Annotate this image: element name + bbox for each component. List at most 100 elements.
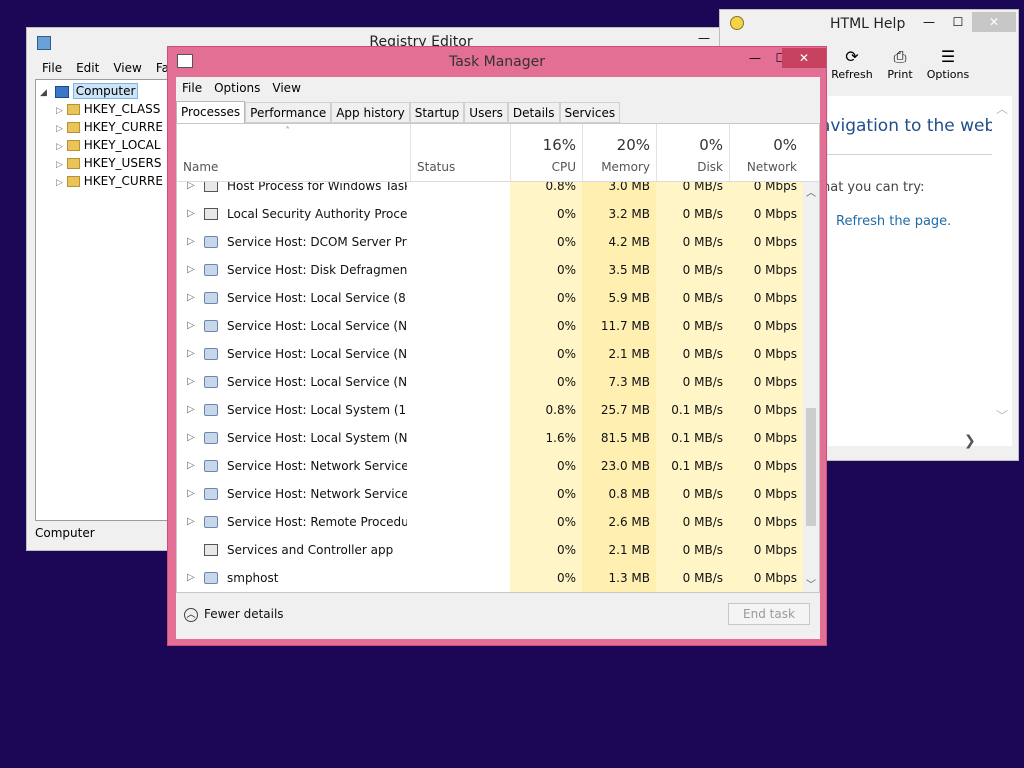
expand-icon[interactable]: ▷ (187, 348, 195, 359)
chevron-up-icon: ︿ (184, 607, 198, 622)
memory-value: 23.0 MB (600, 459, 650, 473)
help-close-button[interactable]: ✕ (972, 12, 1016, 32)
table-row[interactable]: ▷ Host Process for Windows Tasks 0.8% 3.0 M… (177, 182, 803, 200)
table-row[interactable]: ▷ Local Security Authority Process... 0% 3.… (177, 200, 803, 228)
table-row[interactable]: ▷ Service Host: DCOM Server Proc... 0% 4.2 … (177, 228, 803, 256)
tm-minimize-button[interactable]: — (742, 48, 768, 68)
scroll-up-icon[interactable]: ︿ (806, 184, 816, 199)
table-row[interactable]: ▷ Service Host: Local System (16) 0.8% 25.7… (177, 396, 803, 424)
column-network[interactable]: 0% Network (729, 124, 803, 181)
help-options-button[interactable]: ☰ Options (924, 46, 972, 81)
registry-menu-view[interactable]: View (106, 59, 148, 77)
scroll-up-icon[interactable]: ︿ (992, 100, 1012, 117)
end-task-button[interactable]: End task (728, 603, 810, 625)
tab-details[interactable]: Details (507, 102, 560, 123)
table-row[interactable]: ▷ Service Host: Network Service (... 0% 0.8… (177, 480, 803, 508)
expand-icon[interactable]: ▷ (56, 178, 63, 188)
help-print-button[interactable]: ⎙ Print (876, 46, 924, 81)
table-row[interactable]: ▷ Service Host: Remote Procedure... 0% 2.6 … (177, 508, 803, 536)
expand-icon[interactable]: ▷ (56, 142, 63, 152)
help-minimize-button[interactable]: — (914, 12, 944, 32)
tree-node-hkey-current-user[interactable]: ▷ HKEY_CURRE (56, 118, 163, 136)
service-gear-icon (204, 236, 218, 248)
table-row[interactable]: ▷ Service Host: Local Service (Net... 0% 11… (177, 312, 803, 340)
scrollbar-thumb[interactable] (806, 408, 816, 526)
expand-icon[interactable]: ▷ (56, 106, 63, 116)
scroll-right-icon[interactable]: ❯ (964, 433, 976, 449)
expand-icon[interactable]: ▷ (187, 572, 195, 583)
help-maximize-button[interactable]: ☐ (944, 12, 972, 32)
expand-icon[interactable]: ▷ (187, 236, 195, 247)
expand-icon[interactable]: ▷ (187, 488, 195, 499)
registry-menu-edit[interactable]: Edit (69, 59, 106, 77)
tab-performance[interactable]: Performance (245, 102, 332, 123)
expand-icon[interactable]: ▷ (187, 516, 195, 527)
memory-value: 4.2 MB (608, 235, 650, 249)
network-value: 0 Mbps (753, 182, 797, 193)
expand-icon[interactable]: ▷ (187, 404, 195, 415)
expand-icon[interactable]: ▷ (56, 160, 63, 170)
task-manager-window[interactable]: Task Manager — ☐ ✕ File Options View Pro… (167, 46, 827, 646)
tm-menu-options[interactable]: Options (208, 77, 266, 99)
scroll-down-icon[interactable]: ﹀ (806, 576, 816, 591)
tab-processes[interactable]: Processes (176, 101, 246, 123)
registry-tree[interactable]: ◢ Computer ▷ HKEY_CLASS ▷ HKEY_CURRE ▷ H… (35, 79, 173, 521)
expand-icon[interactable]: ▷ (187, 182, 195, 191)
disk-value: 0 MB/s (682, 347, 723, 361)
memory-value: 25.7 MB (600, 403, 650, 417)
registry-minimize-button[interactable]: — (689, 28, 719, 48)
table-row[interactable]: ▷ Service Host: Local Service (8) 0% 5.9 MB… (177, 284, 803, 312)
cpu-value: 0.8% (545, 182, 577, 193)
tm-close-button[interactable]: ✕ (782, 48, 826, 68)
tree-node-hkey-local-machine[interactable]: ▷ HKEY_LOCAL (56, 136, 161, 154)
table-row[interactable]: Services and Controller app 0% 2.1 MB 0 MB/… (177, 536, 803, 564)
tab-users[interactable]: Users (464, 102, 508, 123)
registry-menu-file[interactable]: File (35, 59, 69, 77)
app-window-icon (204, 544, 218, 556)
process-list-scrollbar[interactable]: ︿ ﹀ (803, 182, 819, 592)
expand-icon[interactable]: ▷ (187, 292, 195, 303)
column-disk[interactable]: 0% Disk (656, 124, 729, 181)
help-refresh-link[interactable]: Refresh the page. (836, 214, 951, 229)
expand-icon[interactable]: ▷ (56, 124, 63, 134)
process-name: Service Host: Network Service (5) (227, 459, 407, 473)
tm-menu-file[interactable]: File (176, 77, 208, 99)
column-cpu[interactable]: 16% CPU (510, 124, 582, 181)
tool-label: Refresh (831, 68, 873, 81)
column-status[interactable]: Status (410, 124, 510, 181)
expand-icon[interactable]: ▷ (187, 432, 195, 443)
fewer-details-button[interactable]: ︿ Fewer details (184, 607, 284, 622)
tab-startup[interactable]: Startup (409, 102, 465, 123)
disk-value: 0 MB/s (682, 291, 723, 305)
table-row[interactable]: ▷ Service Host: Local Service (No ... 0% 7.… (177, 368, 803, 396)
collapse-icon[interactable]: ◢ (40, 88, 47, 98)
expand-icon[interactable]: ▷ (187, 320, 195, 331)
table-row[interactable]: ▷ Service Host: Network Service (5) 0% 23.0… (177, 452, 803, 480)
scroll-down-icon[interactable]: ﹀ (992, 407, 1012, 424)
network-value: 0 Mbps (753, 263, 797, 277)
table-row[interactable]: ▷ Service Host: Disk Defragmenter 0% 3.5 MB… (177, 256, 803, 284)
tree-node-label: HKEY_LOCAL (83, 138, 161, 152)
tree-node-computer[interactable]: ◢ Computer (40, 82, 139, 100)
process-list[interactable]: ︿ ﹀ ▷ Host Process for Windows Tasks 0.8% 3… (177, 182, 819, 592)
expand-icon[interactable]: ▷ (187, 208, 195, 219)
help-refresh-button[interactable]: ⟳ Refresh (828, 46, 876, 81)
table-row[interactable]: ▷ Service Host: Local System (Net... 1.6% 8… (177, 424, 803, 452)
tm-menu-view[interactable]: View (266, 77, 306, 99)
table-row[interactable]: ▷ Service Host: Local Service (No I... 0% 2… (177, 340, 803, 368)
expand-icon[interactable]: ▷ (187, 264, 195, 275)
memory-value: 3.2 MB (608, 207, 650, 221)
cpu-value: 0% (556, 515, 576, 529)
tab-services[interactable]: Services (559, 102, 621, 123)
expand-icon[interactable]: ▷ (187, 376, 195, 387)
help-vertical-scrollbar[interactable]: ︿ ﹀ (992, 96, 1012, 446)
tab-app-history[interactable]: App history (331, 102, 410, 123)
tree-node-hkey-users[interactable]: ▷ HKEY_USERS (56, 154, 162, 172)
expand-icon[interactable]: ▷ (187, 460, 195, 471)
tree-node-hkey-classes-root[interactable]: ▷ HKEY_CLASS (56, 100, 160, 118)
column-memory[interactable]: 20% Memory (582, 124, 656, 181)
table-row[interactable]: ▷ smphost 0% 1.3 MB 0 MB/s 0 Mbps (177, 564, 803, 592)
tree-node-hkey-current-config[interactable]: ▷ HKEY_CURRE (56, 172, 163, 190)
column-name[interactable]: ˄ Name (177, 124, 410, 181)
task-manager-client: File Options View Processes Performance … (176, 77, 820, 639)
